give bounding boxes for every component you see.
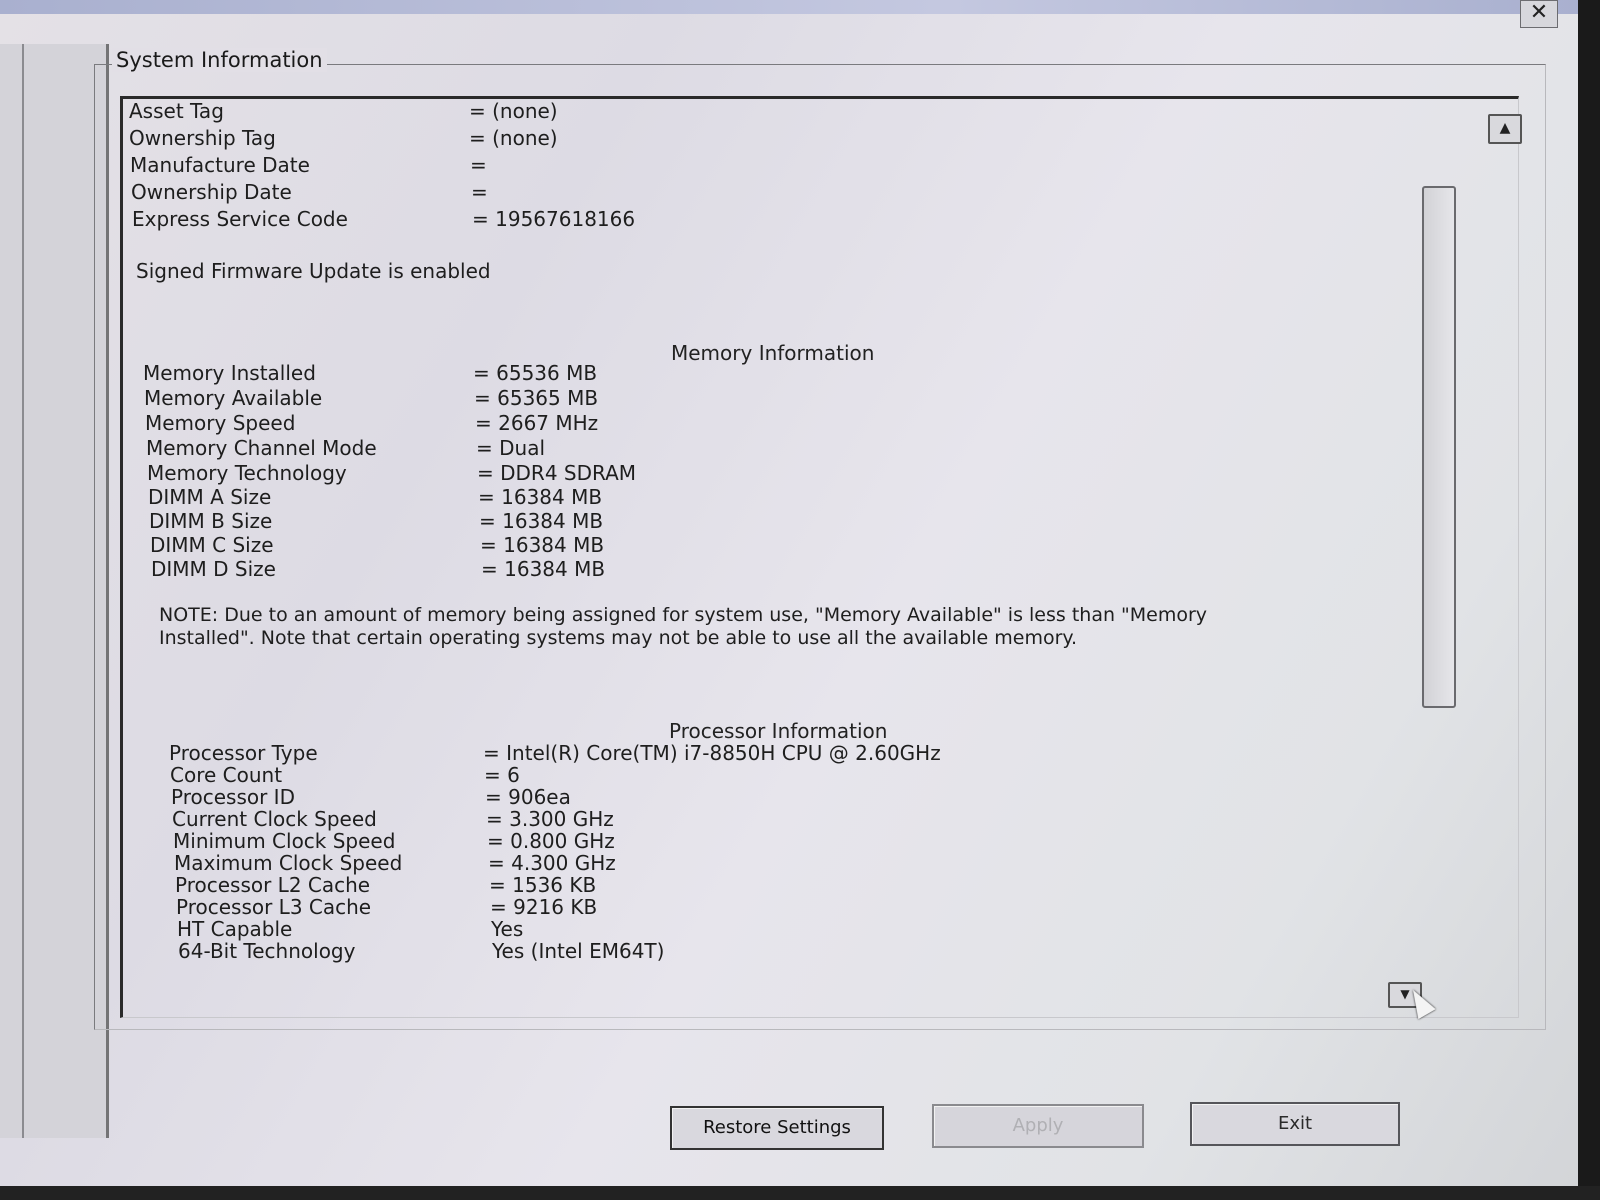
info-value: = 65536 MB <box>473 361 598 385</box>
info-label: Memory Installed <box>143 361 316 385</box>
info-label: DIMM C Size <box>150 533 274 557</box>
info-label: DIMM D Size <box>151 557 276 581</box>
info-label: Current Clock Speed <box>172 807 377 831</box>
apply-button[interactable]: Apply <box>932 1104 1144 1148</box>
memory-section-title: Memory Information <box>671 341 875 365</box>
info-label: Core Count <box>170 763 283 787</box>
firmware-status-text: Signed Firmware Update is enabled <box>136 259 491 283</box>
info-label: 64-Bit Technology <box>178 939 356 963</box>
info-value: Yes (Intel EM64T) <box>492 939 665 963</box>
scrollbar-thumb[interactable] <box>1422 186 1456 708</box>
info-value: = 906ea <box>485 785 571 809</box>
info-label: Asset Tag <box>129 99 224 123</box>
info-value: Yes <box>491 917 524 941</box>
info-value: = 2667 MHz <box>475 411 599 435</box>
info-label: HT Capable <box>177 917 293 941</box>
info-label: DIMM A Size <box>148 485 272 509</box>
system-info-content: Asset Tag = (none) Ownership Tag = (none… <box>123 99 1518 1017</box>
info-value: = 16384 MB <box>479 509 604 533</box>
info-value: = (none) <box>469 126 558 150</box>
info-label: Processor Type <box>169 741 318 765</box>
info-label: Minimum Clock Speed <box>173 829 396 853</box>
bios-setup-screen: ✕ System Information Asset Tag = (none) … <box>0 0 1578 1186</box>
info-value: = <box>470 153 487 177</box>
system-info-panel: Asset Tag = (none) Ownership Tag = (none… <box>120 96 1519 1018</box>
info-label: Processor L3 Cache <box>176 895 372 919</box>
scroll-up-arrow-icon[interactable]: ▲ <box>1488 114 1522 144</box>
info-label: Ownership Date <box>131 180 292 204</box>
info-label: DIMM B Size <box>149 509 273 533</box>
settings-nav-tree[interactable] <box>0 44 109 1138</box>
memory-note: NOTE: Due to an amount of memory being a… <box>159 604 1208 649</box>
info-label: Memory Channel Mode <box>146 436 377 460</box>
info-value: = (none) <box>469 99 558 123</box>
close-icon[interactable]: ✕ <box>1520 0 1558 28</box>
exit-button[interactable]: Exit <box>1190 1102 1400 1146</box>
info-value: = Dual <box>476 436 546 460</box>
info-value: = Intel(R) Core(TM) i7-8850H CPU @ 2.60G… <box>483 741 941 765</box>
info-label: Manufacture Date <box>130 153 310 177</box>
info-label: Memory Technology <box>147 461 347 485</box>
info-label: Memory Speed <box>145 411 296 435</box>
processor-section-title: Processor Information <box>669 719 888 743</box>
nav-tree-indent <box>0 44 24 1138</box>
info-value: = 1536 KB <box>489 873 597 897</box>
info-value: = <box>471 180 488 204</box>
info-value: = 9216 KB <box>490 895 598 919</box>
info-value: = 16384 MB <box>481 557 606 581</box>
monitor-bezel-bottom <box>0 1186 1600 1200</box>
info-value: = 4.300 GHz <box>488 851 616 875</box>
info-label: Maximum Clock Speed <box>174 851 403 875</box>
info-value: = DDR4 SDRAM <box>477 461 637 485</box>
info-value: = 19567618166 <box>472 207 636 231</box>
info-value: = 6 <box>484 763 520 787</box>
restore-settings-button[interactable]: Restore Settings <box>670 1106 884 1150</box>
info-label: Express Service Code <box>132 207 348 231</box>
info-value: = 16384 MB <box>480 533 605 557</box>
monitor-bezel-right <box>1578 0 1600 1200</box>
info-label: Processor ID <box>171 785 295 809</box>
info-label: Processor L2 Cache <box>175 873 371 897</box>
info-value: = 65365 MB <box>474 386 599 410</box>
info-value: = 0.800 GHz <box>487 829 615 853</box>
info-label: Memory Available <box>144 386 323 410</box>
info-value: = 16384 MB <box>478 485 603 509</box>
window-title-bar <box>0 0 1578 14</box>
group-title: System Information <box>112 48 327 72</box>
info-value: = 3.300 GHz <box>486 807 614 831</box>
info-label: Ownership Tag <box>129 126 276 150</box>
